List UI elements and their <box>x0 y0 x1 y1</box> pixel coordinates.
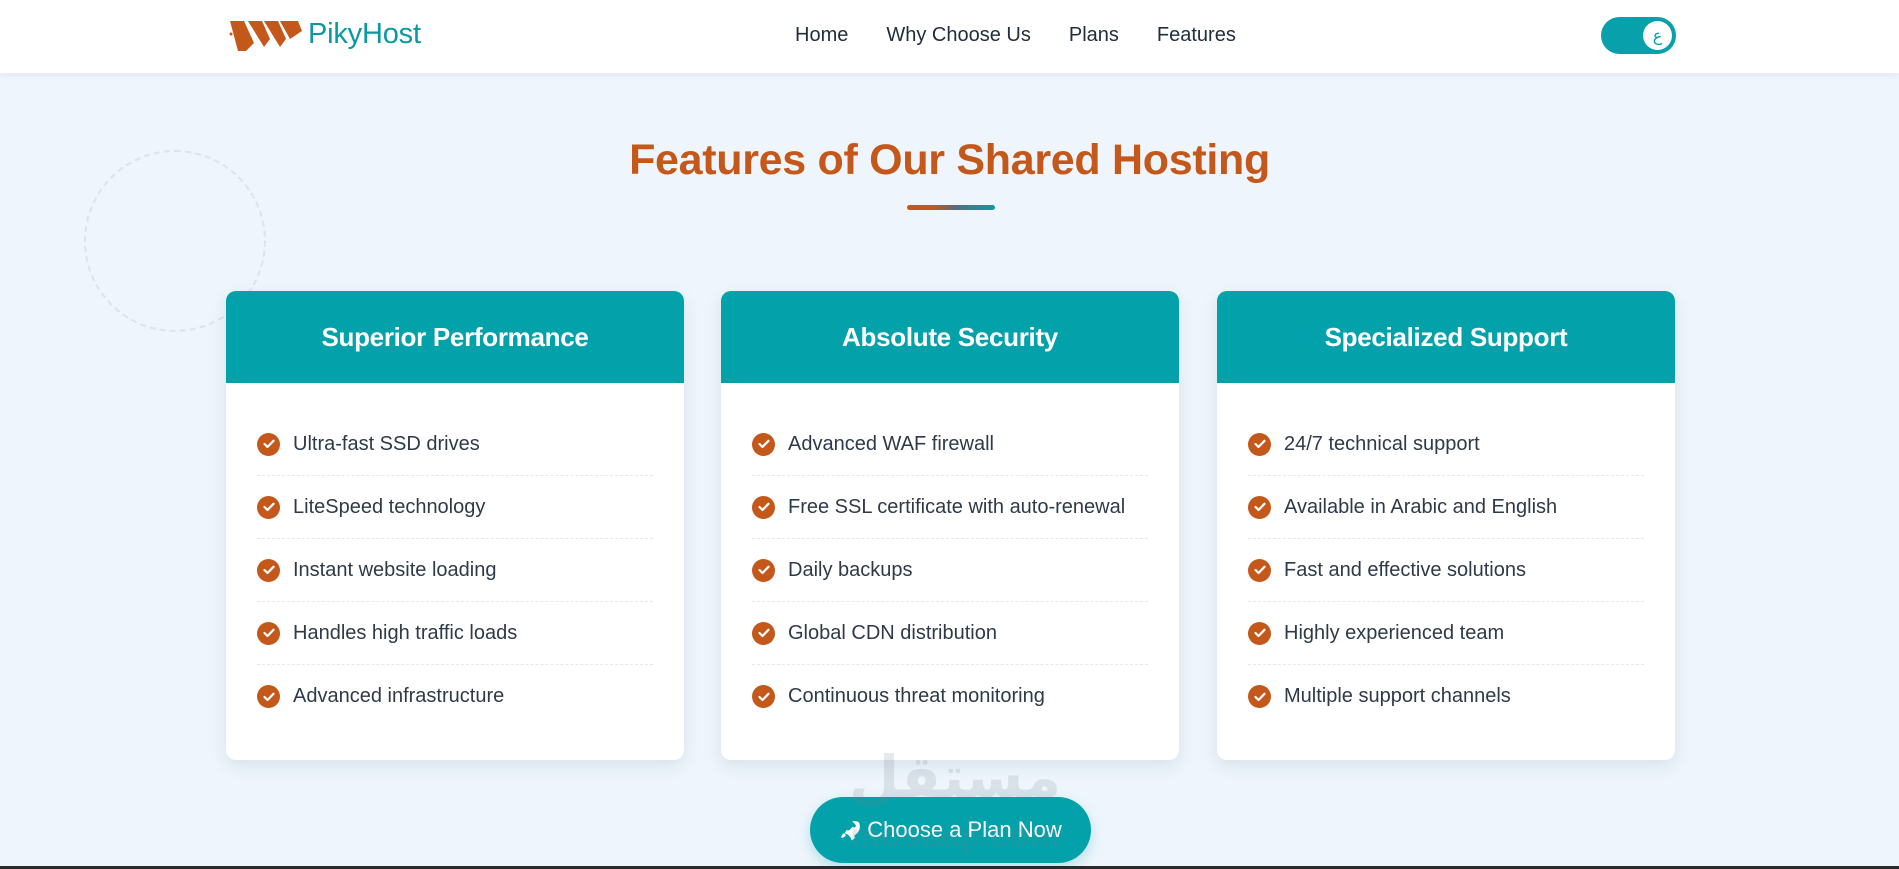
check-circle-icon <box>257 432 280 456</box>
list-item-text: Handles high traffic loads <box>293 621 518 644</box>
list-item: Continuous threat monitoring <box>752 665 1148 728</box>
list-item: Advanced WAF firewall <box>752 413 1148 476</box>
check-circle-icon <box>752 432 775 456</box>
feature-card-security: Absolute Security Advanced WAF firewall … <box>721 291 1179 760</box>
check-circle-icon <box>752 558 775 582</box>
list-item-text: Fast and effective solutions <box>1284 558 1526 581</box>
list-item-text: Global CDN distribution <box>788 621 997 644</box>
check-circle-icon <box>1248 558 1271 582</box>
rocket-icon <box>841 821 861 841</box>
card-title: Specialized Support <box>1217 291 1675 383</box>
list-item-text: LiteSpeed technology <box>293 495 486 518</box>
list-item-text: Daily backups <box>788 558 913 581</box>
list-item: Daily backups <box>752 539 1148 602</box>
choose-plan-button[interactable]: Choose a Plan Now <box>810 797 1091 863</box>
logo-text: PikyHost <box>308 17 421 50</box>
feature-list: Advanced WAF firewall Free SSL certifica… <box>721 383 1179 728</box>
card-title: Absolute Security <box>721 291 1179 383</box>
check-circle-icon <box>752 495 775 519</box>
list-item: Global CDN distribution <box>752 602 1148 665</box>
choose-plan-label: Choose a Plan Now <box>867 817 1062 842</box>
list-item-text: Advanced infrastructure <box>293 685 505 707</box>
list-item: Advanced infrastructure <box>257 665 653 728</box>
check-circle-icon <box>257 621 280 645</box>
nav-link-features[interactable]: Features <box>1157 24 1236 47</box>
list-item: Free SSL certificate with auto-renewal <box>752 476 1148 539</box>
check-circle-icon <box>752 621 775 645</box>
list-item-text: Instant website loading <box>293 558 497 581</box>
feature-card-support: Specialized Support 24/7 technical suppo… <box>1217 291 1675 760</box>
check-circle-icon <box>257 495 280 519</box>
list-item-text: Multiple support channels <box>1284 685 1511 707</box>
list-item-text: Ultra-fast SSD drives <box>293 432 480 455</box>
list-item-text: 24/7 technical support <box>1284 432 1480 455</box>
feature-list: 24/7 technical support Available in Arab… <box>1217 383 1675 728</box>
list-item-text: Advanced WAF firewall <box>788 432 994 455</box>
check-circle-icon <box>257 558 280 582</box>
logo[interactable]: PikyHost <box>228 15 421 53</box>
list-item: LiteSpeed technology <box>257 476 653 539</box>
nav-link-home[interactable]: Home <box>795 24 848 47</box>
pikyhost-logo-mark-icon <box>229 21 302 51</box>
check-circle-icon <box>1248 495 1271 519</box>
check-circle-icon <box>257 685 280 708</box>
feature-card-performance: Superior Performance Ultra-fast SSD driv… <box>226 291 684 760</box>
list-item: Ultra-fast SSD drives <box>257 413 653 476</box>
list-item-text: Continuous threat monitoring <box>788 685 1045 707</box>
section-title: Features of Our Shared Hosting <box>629 136 1270 184</box>
language-toggle-knob: ع <box>1643 21 1672 50</box>
navbar: PikyHost Home Why Choose Us Plans Featur… <box>0 0 1899 73</box>
title-underline <box>907 205 995 210</box>
list-item-text: Free SSL certificate with auto-renewal <box>788 495 1126 518</box>
list-item-text: Available in Arabic and English <box>1284 495 1558 518</box>
check-circle-icon <box>1248 685 1271 708</box>
main-nav: Home Why Choose Us Plans Features <box>795 24 1236 47</box>
list-item: Fast and effective solutions <box>1248 539 1644 602</box>
nav-link-why-choose-us[interactable]: Why Choose Us <box>886 24 1031 47</box>
list-item: Instant website loading <box>257 539 653 602</box>
list-item: Available in Arabic and English <box>1248 476 1644 539</box>
list-item: Multiple support channels <box>1248 665 1644 728</box>
feature-list: Ultra-fast SSD drives LiteSpeed technolo… <box>226 383 684 728</box>
card-title: Superior Performance <box>226 291 684 383</box>
check-circle-icon <box>752 685 775 708</box>
list-item: 24/7 technical support <box>1248 413 1644 476</box>
list-item: Handles high traffic loads <box>257 602 653 665</box>
check-circle-icon <box>1248 621 1271 645</box>
list-item-text: Highly experienced team <box>1284 621 1505 644</box>
nav-link-plans[interactable]: Plans <box>1069 24 1119 47</box>
language-toggle[interactable]: ع <box>1601 17 1676 54</box>
list-item: Highly experienced team <box>1248 602 1644 665</box>
check-circle-icon <box>1248 432 1271 456</box>
